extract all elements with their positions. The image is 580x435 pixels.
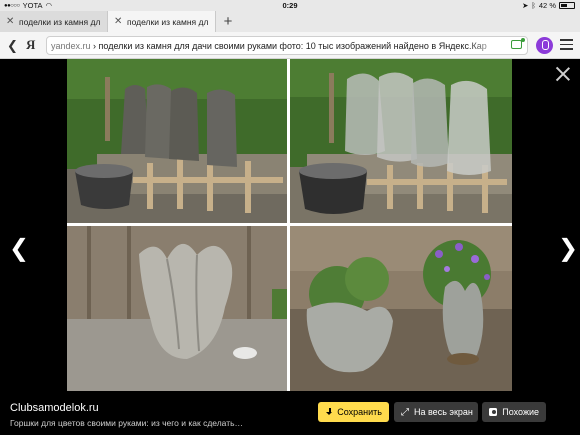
status-bar: ●●○○○ YOTA ◠ 0:29 ➤ ᛒ 42 % — [0, 0, 580, 11]
expand-icon: ⤢ — [401, 406, 409, 418]
similar-button-label: Похожие — [502, 407, 539, 417]
photo-collage — [67, 59, 512, 391]
bluetooth-icon: ᛒ — [531, 1, 536, 10]
battery-percent: 42 % — [538, 1, 556, 10]
status-right: ➤ ᛒ 42 % — [522, 1, 575, 10]
url-domain: yandex.ru — [51, 40, 91, 51]
main-photo[interactable] — [67, 59, 512, 391]
clock: 0:29 — [282, 1, 298, 10]
close-viewer-icon[interactable] — [556, 67, 570, 81]
source-site-title[interactable]: Clubsamodelok.ru — [10, 402, 99, 414]
tab-2[interactable]: ✕ поделки из камня дл — [108, 11, 216, 32]
alice-voice-button[interactable] — [536, 37, 553, 54]
close-tab-icon[interactable]: ✕ — [114, 16, 122, 27]
download-icon — [325, 407, 333, 417]
tab-1[interactable]: ✕ поделки из камня дл — [0, 11, 108, 32]
location-icon: ➤ — [522, 1, 529, 10]
new-tab-button[interactable]: + — [216, 11, 240, 32]
tab-strip: ✕ поделки из камня дл ✕ поделки из камня… — [0, 11, 580, 32]
camera-icon — [489, 408, 498, 416]
previous-image-icon[interactable]: ❮ — [9, 234, 29, 262]
url-separator: › — [90, 40, 99, 51]
photo-panel-2 — [290, 59, 512, 223]
save-button-label: Сохранить — [337, 407, 382, 417]
battery-icon — [559, 2, 575, 9]
url-query: поделки из камня для дачи своими руками … — [98, 40, 487, 51]
url-field[interactable]: yandex.ru › поделки из камня для дачи св… — [46, 36, 528, 55]
save-button[interactable]: Сохранить — [318, 402, 389, 422]
image-viewer: ❮ ❯ Clubsamodelok.ru Горшки для цветов с… — [0, 59, 580, 435]
source-description[interactable]: Горшки для цветов своими руками: из чего… — [10, 418, 243, 428]
address-row: ❮ Я yandex.ru › поделки из камня для дач… — [0, 32, 580, 59]
bookmark-icon[interactable] — [511, 38, 525, 49]
photo-panel-1 — [67, 59, 287, 223]
next-image-icon[interactable]: ❯ — [558, 234, 578, 262]
similar-button[interactable]: Похожие — [482, 402, 546, 422]
fullscreen-button[interactable]: ⤢ На весь экран — [394, 402, 478, 422]
photo-panel-3 — [67, 226, 287, 391]
fullscreen-button-label: На весь экран — [414, 407, 473, 417]
back-button[interactable]: ❮ — [7, 38, 19, 54]
tab-title: поделки из камня дл — [127, 16, 209, 27]
photo-panel-4 — [290, 226, 512, 391]
yandex-logo[interactable]: Я — [26, 37, 35, 53]
tab-title: поделки из камня дл — [19, 16, 101, 27]
menu-button[interactable] — [560, 39, 573, 53]
url-text: yandex.ru › поделки из камня для дачи св… — [51, 41, 523, 51]
close-tab-icon[interactable]: ✕ — [6, 16, 14, 27]
url-fade — [467, 37, 507, 54]
